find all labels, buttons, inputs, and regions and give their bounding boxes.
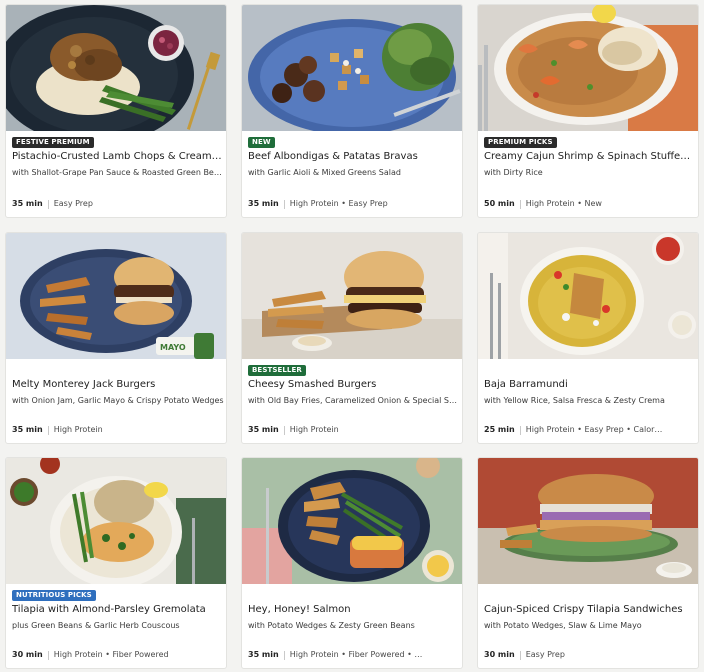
prep-time: 35 min: [248, 650, 279, 659]
recipe-subtitle: with Yellow Rice, Salsa Fresca & Zesty C…: [484, 396, 665, 405]
recipe-badge: NUTRITIOUS PICKS: [12, 590, 96, 601]
recipe-subtitle: with Onion Jam, Garlic Mayo & Crispy Pot…: [12, 396, 224, 405]
recipe-meta: 35 min High Protein • Fiber Powered • …: [248, 650, 460, 660]
recipe-card[interactable]: NUTRITIOUS PICKS Tilapia with Almond-Par…: [5, 457, 227, 669]
recipe-image: [242, 458, 462, 584]
recipe-image: [478, 5, 698, 131]
recipe-title[interactable]: Cajun-Spiced Crispy Tilapia Sandwiches: [484, 603, 696, 616]
recipe-subtitle: with Potato Wedges & Zesty Green Beans: [248, 621, 415, 630]
mayo-label: MAYO: [160, 343, 186, 352]
recipe-info: FESTIVE PREMIUM Pistachio-Crusted Lamb C…: [6, 131, 226, 217]
meta-divider: [519, 425, 521, 435]
recipe-title[interactable]: Melty Monterey Jack Burgers: [12, 378, 224, 391]
recipe-card[interactable]: MAYO Melty Monterey Jack Burgers with On…: [5, 232, 227, 444]
prep-time: 35 min: [12, 199, 43, 208]
prep-time: 30 min: [12, 650, 43, 659]
recipe-meta: 35 min High Protein: [248, 425, 460, 435]
prep-time: 35 min: [12, 425, 43, 434]
recipe-tags: High Protein • New: [525, 199, 602, 208]
prep-time: 50 min: [484, 199, 515, 208]
recipe-image: [242, 233, 462, 359]
recipe-title[interactable]: Hey, Honey! Salmon: [248, 603, 460, 616]
meta-divider: [283, 425, 285, 435]
recipe-title[interactable]: Tilapia with Almond-Parsley Gremolata: [12, 603, 224, 616]
recipe-info: NEW Beef Albondigas & Patatas Bravas wit…: [242, 131, 462, 217]
recipe-badge: FESTIVE PREMIUM: [12, 137, 94, 148]
recipe-image: [478, 233, 698, 359]
recipe-subtitle: with Garlic Aioli & Mixed Greens Salad: [248, 168, 401, 177]
recipe-meta: 35 min High Protein • Easy Prep: [248, 199, 460, 209]
recipe-tags: High Protein • Easy Prep: [289, 199, 388, 208]
recipe-card[interactable]: BESTSELLER Cheesy Smashed Burgers with O…: [241, 232, 463, 444]
recipe-card[interactable]: Cajun-Spiced Crispy Tilapia Sandwiches w…: [477, 457, 699, 669]
recipe-subtitle: with Dirty Rice: [484, 168, 543, 177]
recipe-meta: 25 min High Protein • Easy Prep • Calor…: [484, 425, 696, 435]
recipe-image: [242, 5, 462, 131]
meta-divider: [519, 199, 521, 209]
recipe-title[interactable]: Beef Albondigas & Patatas Bravas: [248, 150, 460, 163]
recipe-meta: 50 min High Protein • New: [484, 199, 696, 209]
recipe-image: [478, 458, 698, 584]
recipe-image: [6, 458, 226, 584]
meta-divider: [283, 199, 285, 209]
recipe-title[interactable]: Pistachio-Crusted Lamb Chops & Cream…: [12, 150, 224, 163]
recipe-tags: High Protein • Fiber Powered: [53, 650, 169, 659]
recipe-subtitle: with Potato Wedges, Slaw & Lime Mayo: [484, 621, 642, 630]
recipe-meta: 30 min High Protein • Fiber Powered: [12, 650, 224, 660]
recipe-card[interactable]: Hey, Honey! Salmon with Potato Wedges & …: [241, 457, 463, 669]
recipe-tags: High Protein: [53, 425, 103, 434]
recipe-info: Melty Monterey Jack Burgers with Onion J…: [6, 359, 226, 443]
recipe-subtitle: with Shallot-Grape Pan Sauce & Roasted G…: [12, 168, 224, 177]
prep-time: 35 min: [248, 425, 279, 434]
recipe-info: PREMIUM PICKS Creamy Cajun Shrimp & Spin…: [478, 131, 698, 217]
recipe-tags: High Protein • Easy Prep • Calor…: [525, 425, 663, 434]
recipe-card[interactable]: NEW Beef Albondigas & Patatas Bravas wit…: [241, 4, 463, 218]
recipe-image: [6, 5, 226, 131]
recipe-tags: Easy Prep: [525, 650, 565, 659]
recipe-card[interactable]: FESTIVE PREMIUM Pistachio-Crusted Lamb C…: [5, 4, 227, 218]
recipe-meta: 35 min Easy Prep: [12, 199, 224, 209]
recipe-badge: NEW: [248, 137, 275, 148]
prep-time: 25 min: [484, 425, 515, 434]
prep-time: 35 min: [248, 199, 279, 208]
recipe-card[interactable]: Baja Barramundi with Yellow Rice, Salsa …: [477, 232, 699, 444]
recipe-info: Baja Barramundi with Yellow Rice, Salsa …: [478, 359, 698, 443]
meta-divider: [519, 650, 521, 660]
recipe-info: Hey, Honey! Salmon with Potato Wedges & …: [242, 584, 462, 668]
prep-time: 30 min: [484, 650, 515, 659]
recipe-tags: Easy Prep: [53, 199, 93, 208]
recipe-subtitle: with Old Bay Fries, Caramelized Onion & …: [248, 396, 460, 405]
recipe-info: Cajun-Spiced Crispy Tilapia Sandwiches w…: [478, 584, 698, 668]
recipe-meta: 35 min High Protein: [12, 425, 224, 435]
meta-divider: [47, 425, 49, 435]
recipe-subtitle: plus Green Beans & Garlic Herb Couscous: [12, 621, 180, 630]
meta-divider: [283, 650, 285, 660]
recipe-grid: FESTIVE PREMIUM Pistachio-Crusted Lamb C…: [0, 0, 704, 672]
meta-divider: [47, 199, 49, 209]
recipe-badge: BESTSELLER: [248, 365, 306, 376]
recipe-info: BESTSELLER Cheesy Smashed Burgers with O…: [242, 359, 462, 443]
recipe-title[interactable]: Baja Barramundi: [484, 378, 696, 391]
recipe-info: NUTRITIOUS PICKS Tilapia with Almond-Par…: [6, 584, 226, 668]
recipe-title[interactable]: Cheesy Smashed Burgers: [248, 378, 460, 391]
recipe-title[interactable]: Creamy Cajun Shrimp & Spinach Stuffe…: [484, 150, 696, 163]
meta-divider: [47, 650, 49, 660]
recipe-meta: 30 min Easy Prep: [484, 650, 696, 660]
recipe-badge: PREMIUM PICKS: [484, 137, 557, 148]
recipe-tags: High Protein: [289, 425, 339, 434]
recipe-tags: High Protein • Fiber Powered • …: [289, 650, 423, 659]
recipe-card[interactable]: PREMIUM PICKS Creamy Cajun Shrimp & Spin…: [477, 4, 699, 218]
recipe-image: MAYO: [6, 233, 226, 359]
